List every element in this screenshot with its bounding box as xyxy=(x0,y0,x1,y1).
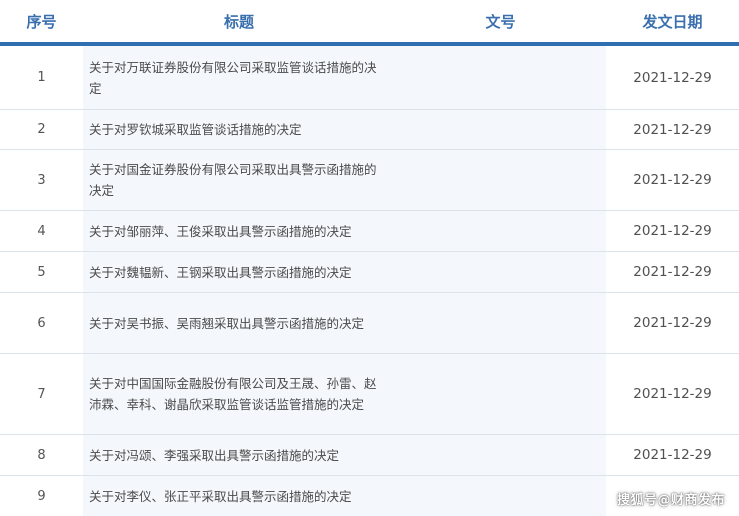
row-title-text[interactable]: 关于对冯颂、李强采取出具警示函措施的决定 xyxy=(89,445,339,466)
row-title-link[interactable]: 关于对罗钦城采取监管谈话措施的决定 xyxy=(83,110,395,149)
row-title-link[interactable]: 关于对万联证券股份有限公司采取监管谈话措施的决定 xyxy=(83,46,395,109)
row-title-text[interactable]: 关于对国金证券股份有限公司采取出具警示函措施的决定 xyxy=(89,159,385,201)
table-row[interactable]: 6 关于对吴书振、吴雨翘采取出具警示函措施的决定 2021-12-29 xyxy=(0,293,739,354)
regulatory-notice-table: 序号 标题 文号 发文日期 1 关于对万联证券股份有限公司采取监管谈话措施的决定… xyxy=(0,0,739,516)
table-row[interactable]: 5 关于对魏韫新、王钢采取出具警示函措施的决定 2021-12-29 xyxy=(0,252,739,293)
row-index: 9 xyxy=(37,488,46,504)
row-title-text[interactable]: 关于对邹丽萍、王俊采取出具警示函措施的决定 xyxy=(89,221,352,242)
row-title-link[interactable]: 关于对冯颂、李强采取出具警示函措施的决定 xyxy=(83,435,395,475)
table-row[interactable]: 7 关于对中国国际金融股份有限公司及王晟、孙雷、赵沛霖、幸科、谢晶欣采取监管谈话… xyxy=(0,354,739,435)
row-title-link[interactable]: 关于对魏韫新、王钢采取出具警示函措施的决定 xyxy=(83,252,395,292)
table-row[interactable]: 4 关于对邹丽萍、王俊采取出具警示函措施的决定 2021-12-29 xyxy=(0,211,739,252)
header-date[interactable]: 发文日期 xyxy=(606,11,739,32)
header-title[interactable]: 标题 xyxy=(83,11,395,32)
row-title-link[interactable]: 关于对国金证券股份有限公司采取出具警示函措施的决定 xyxy=(83,150,395,210)
row-date: 2021-12-29 xyxy=(633,386,712,402)
row-index: 3 xyxy=(37,172,46,188)
row-date: 2021-12-29 xyxy=(633,447,712,463)
row-index: 1 xyxy=(37,70,46,85)
row-title-text[interactable]: 关于对魏韫新、王钢采取出具警示函措施的决定 xyxy=(89,262,352,283)
row-date: 2021-12-29 xyxy=(633,264,712,280)
row-title-link[interactable]: 关于对吴书振、吴雨翘采取出具警示函措施的决定 xyxy=(83,293,395,353)
row-title-link[interactable]: 关于对中国国际金融股份有限公司及王晟、孙雷、赵沛霖、幸科、谢晶欣采取监管谈话监管… xyxy=(83,354,395,434)
row-date: 2021-12-29 xyxy=(633,223,712,239)
header-doc-no[interactable]: 文号 xyxy=(395,11,606,32)
row-date: 2021-12-29 xyxy=(633,69,712,86)
row-index: 8 xyxy=(37,447,46,463)
row-date: 2021-12-29 xyxy=(633,172,712,188)
row-index: 6 xyxy=(37,315,46,331)
row-index: 2 xyxy=(37,122,46,137)
row-index: 4 xyxy=(37,223,46,239)
row-doc-no xyxy=(395,211,606,251)
table-row[interactable]: 1 关于对万联证券股份有限公司采取监管谈话措施的决定 2021-12-29 xyxy=(0,46,739,110)
table-row[interactable]: 3 关于对国金证券股份有限公司采取出具警示函措施的决定 2021-12-29 xyxy=(0,150,739,211)
row-doc-no xyxy=(395,150,606,210)
row-index: 5 xyxy=(37,264,46,280)
table-row[interactable]: 8 关于对冯颂、李强采取出具警示函措施的决定 2021-12-29 xyxy=(0,435,739,476)
row-index: 7 xyxy=(37,386,46,402)
row-title-text[interactable]: 关于对罗钦城采取监管谈话措施的决定 xyxy=(89,119,302,140)
row-doc-no xyxy=(395,476,606,516)
row-doc-no xyxy=(395,354,606,434)
row-title-text[interactable]: 关于对万联证券股份有限公司采取监管谈话措施的决定 xyxy=(89,57,385,99)
sohu-watermark: 搜狐号@财商发布 xyxy=(616,493,725,508)
table-body: 1 关于对万联证券股份有限公司采取监管谈话措施的决定 2021-12-29 2 … xyxy=(0,46,739,516)
header-index[interactable]: 序号 xyxy=(0,11,83,32)
row-title-text[interactable]: 关于对李仪、张正平采取出具警示函措施的决定 xyxy=(89,486,352,507)
row-doc-no xyxy=(395,435,606,475)
row-doc-no xyxy=(395,293,606,353)
row-title-text[interactable]: 关于对中国国际金融股份有限公司及王晟、孙雷、赵沛霖、幸科、谢晶欣采取监管谈话监管… xyxy=(89,373,385,415)
row-title-link[interactable]: 关于对邹丽萍、王俊采取出具警示函措施的决定 xyxy=(83,211,395,251)
row-doc-no xyxy=(395,110,606,149)
row-title-link[interactable]: 关于对李仪、张正平采取出具警示函措施的决定 xyxy=(83,476,395,516)
row-doc-no xyxy=(395,252,606,292)
row-doc-no xyxy=(395,46,606,109)
row-date: 2021-12-29 xyxy=(633,121,712,138)
row-title-text[interactable]: 关于对吴书振、吴雨翘采取出具警示函措施的决定 xyxy=(89,313,364,334)
table-header: 序号 标题 文号 发文日期 xyxy=(0,0,739,46)
row-date: 2021-12-29 xyxy=(633,315,712,331)
table-row[interactable]: 2 关于对罗钦城采取监管谈话措施的决定 2021-12-29 xyxy=(0,110,739,150)
